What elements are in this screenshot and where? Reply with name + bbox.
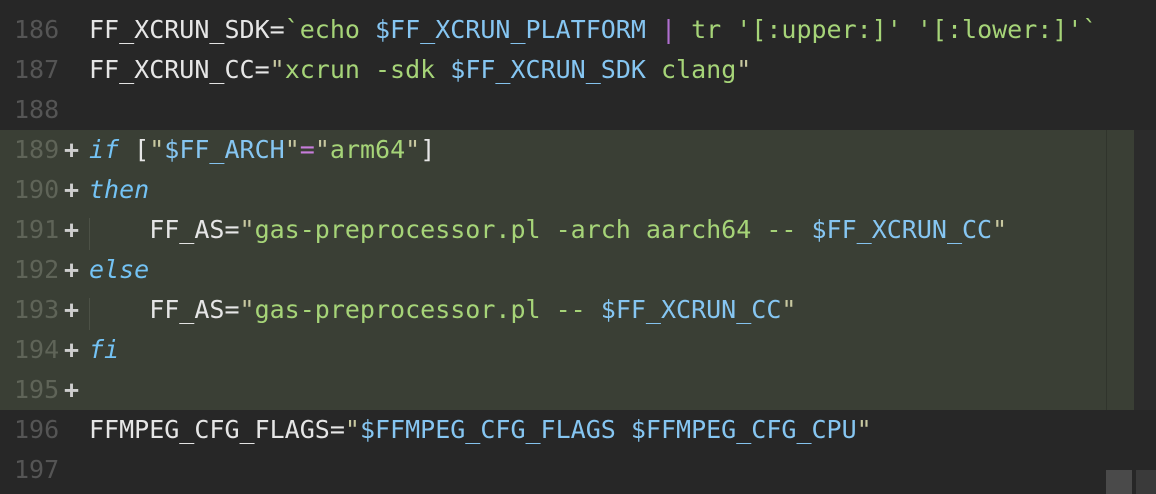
added-line-plus-icon: + bbox=[64, 295, 80, 324]
code-text[interactable]: fi bbox=[89, 330, 119, 370]
code-token: " bbox=[344, 415, 360, 444]
vertical-scrollbar-track[interactable] bbox=[1134, 130, 1156, 410]
line-number: 195 bbox=[14, 375, 60, 404]
code-token: | bbox=[660, 15, 677, 44]
line-gutter[interactable]: 197 bbox=[0, 450, 88, 490]
code-token: $FF_XCRUN_PLATFORM bbox=[374, 15, 646, 44]
added-line-plus-icon: + bbox=[64, 135, 80, 164]
line-number: 189 bbox=[14, 135, 60, 164]
code-token: " bbox=[992, 215, 1008, 244]
line-number: 190 bbox=[14, 175, 60, 204]
code-token: FFMPEG_CFG_FLAGS= bbox=[89, 415, 345, 444]
line-gutter[interactable]: 195 + bbox=[0, 370, 88, 410]
code-text[interactable]: FF_AS="gas-preprocessor.pl -- $FF_XCRUN_… bbox=[89, 290, 796, 330]
code-token: `echo bbox=[284, 15, 375, 44]
code-token: then bbox=[89, 175, 150, 204]
code-token: ] bbox=[420, 135, 436, 164]
line-gutter[interactable]: 189 + bbox=[0, 130, 88, 170]
code-line[interactable]: 194 + fi bbox=[0, 330, 1156, 370]
line-number: 187 bbox=[14, 55, 60, 84]
scrollbar-corner bbox=[1136, 470, 1156, 494]
line-number: 188 bbox=[14, 95, 60, 124]
code-text[interactable]: FF_AS="gas-preprocessor.pl -arch aarch64… bbox=[89, 210, 1007, 250]
code-token: gas-preprocessor.pl -- bbox=[254, 295, 601, 324]
code-token: fi bbox=[89, 335, 120, 364]
code-text[interactable]: FFMPEG_CFG_FLAGS="$FFMPEG_CFG_FLAGS $FFM… bbox=[89, 410, 872, 450]
code-token: [ bbox=[119, 135, 150, 164]
added-line-plus-icon: + bbox=[64, 375, 80, 404]
code-text[interactable]: then bbox=[89, 170, 149, 210]
line-gutter[interactable]: 190 + bbox=[0, 170, 88, 210]
code-token: " bbox=[781, 295, 797, 324]
code-line[interactable]: 197 bbox=[0, 450, 1156, 490]
code-line[interactable]: 188 bbox=[0, 90, 1156, 130]
line-gutter[interactable]: 186 bbox=[0, 10, 88, 50]
line-gutter[interactable]: 196 bbox=[0, 410, 88, 450]
code-token: $FF_ARCH bbox=[164, 135, 285, 164]
code-token: FF_XCRUN_CC= bbox=[89, 55, 270, 84]
code-token: " bbox=[269, 55, 285, 84]
code-text[interactable]: FF_XCRUN_SDK=`echo $FF_XCRUN_PLATFORM | … bbox=[89, 10, 1097, 50]
code-text[interactable]: else bbox=[89, 250, 149, 290]
added-line-plus-icon: + bbox=[64, 175, 80, 204]
line-gutter[interactable]: 187 bbox=[0, 50, 88, 90]
code-token: FF_AS= bbox=[89, 215, 240, 244]
line-number: 193 bbox=[14, 295, 60, 324]
line-number: 186 bbox=[14, 15, 60, 44]
code-line[interactable]: 186 FF_XCRUN_SDK=`echo $FF_XCRUN_PLATFORM… bbox=[0, 10, 1156, 50]
code-token: $FF_XCRUN_CC bbox=[811, 215, 993, 244]
code-token: xcrun -sdk bbox=[284, 55, 451, 84]
code-line[interactable]: 191 + FF_AS="gas-preprocessor.pl -arch aa… bbox=[0, 210, 1156, 250]
code-token: else bbox=[89, 255, 150, 284]
code-token: " bbox=[239, 215, 255, 244]
code-token: $FF_XCRUN_SDK bbox=[450, 55, 646, 84]
scrollbar-thumb[interactable] bbox=[1106, 470, 1132, 494]
code-token: " bbox=[239, 295, 255, 324]
line-gutter[interactable]: 193 + bbox=[0, 290, 88, 330]
code-token: " bbox=[405, 135, 421, 164]
code-line[interactable]: 195 + bbox=[0, 370, 1156, 410]
code-line[interactable]: 187 FF_XCRUN_CC="xcrun -sdk $FF_XCRUN_SDK… bbox=[0, 50, 1156, 90]
line-gutter[interactable]: 192 + bbox=[0, 250, 88, 290]
code-token: " bbox=[856, 415, 872, 444]
line-gutter[interactable]: 191 + bbox=[0, 210, 88, 250]
line-gutter[interactable]: 194 + bbox=[0, 330, 88, 370]
line-gutter[interactable]: 188 bbox=[0, 90, 88, 130]
line-number: 191 bbox=[14, 215, 60, 244]
code-token: gas-preprocessor.pl -arch aarch64 -- bbox=[254, 215, 812, 244]
code-text[interactable]: FF_XCRUN_CC="xcrun -sdk $FF_XCRUN_SDK cl… bbox=[89, 50, 751, 90]
code-line[interactable]: 189 + if ["$FF_ARCH"="arm64"] bbox=[0, 130, 1156, 170]
line-number: 194 bbox=[14, 335, 60, 364]
code-token: tr '[:upper:]' '[:lower:]'` bbox=[676, 15, 1098, 44]
code-token: " bbox=[736, 55, 752, 84]
code-token: if bbox=[89, 135, 120, 164]
code-line[interactable]: 196 FFMPEG_CFG_FLAGS="$FFMPEG_CFG_FLAGS $… bbox=[0, 410, 1156, 450]
code-token: " bbox=[284, 135, 300, 164]
added-line-plus-icon: + bbox=[64, 215, 80, 244]
code-text[interactable]: if ["$FF_ARCH"="arm64"] bbox=[89, 130, 435, 170]
code-token: " bbox=[314, 135, 330, 164]
line-number: 196 bbox=[14, 415, 60, 444]
code-token: FF_AS= bbox=[89, 295, 240, 324]
line-number: 192 bbox=[14, 255, 60, 284]
code-line[interactable]: 192 + else bbox=[0, 250, 1156, 290]
code-token: $FFMPEG_CFG_FLAGS bbox=[359, 415, 616, 444]
diff-overview-marker bbox=[1106, 130, 1135, 410]
added-line-plus-icon: + bbox=[64, 255, 80, 284]
added-line-plus-icon: + bbox=[64, 335, 80, 364]
code-token: = bbox=[299, 135, 315, 164]
code-editor[interactable]: 186 FF_XCRUN_SDK=`echo $FF_XCRUN_PLATFORM… bbox=[0, 10, 1156, 490]
code-token: $FFMPEG_CFG_CPU bbox=[630, 415, 857, 444]
code-token: FF_XCRUN_SDK= bbox=[89, 15, 285, 44]
code-token: " bbox=[149, 135, 165, 164]
code-token: arm64 bbox=[329, 135, 406, 164]
code-line[interactable]: 190 + then bbox=[0, 170, 1156, 210]
code-line[interactable]: 193 + FF_AS="gas-preprocessor.pl -- $FF_X… bbox=[0, 290, 1156, 330]
code-token: $FF_XCRUN_CC bbox=[600, 295, 782, 324]
line-number: 197 bbox=[14, 455, 60, 484]
code-token: clang bbox=[645, 55, 737, 84]
